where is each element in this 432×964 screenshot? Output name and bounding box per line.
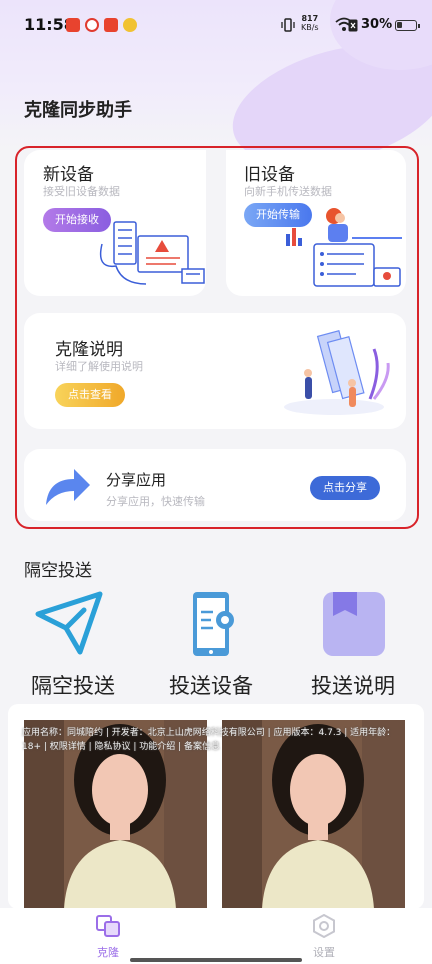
notification-app-icon [123,18,137,32]
airdrop-label[interactable]: 隔空投送 [8,670,138,700]
notification-app-icon [66,18,80,32]
airdrop-device-item[interactable] [150,590,280,664]
airdrop-item[interactable] [4,590,134,660]
tab-settings[interactable]: 设置 [294,913,354,960]
page-title: 克隆同步助手 [24,100,132,121]
airdrop-section-title: 隔空投送 [24,561,92,581]
tab-clone[interactable]: 克隆 [78,914,138,960]
phone-settings-icon [193,592,234,656]
highlight-frame [15,146,419,529]
notification-app-icon [85,18,99,32]
airdrop-guide-item[interactable] [289,590,419,662]
network-speed: 817 KB/s [301,14,319,32]
airdrop-device-label[interactable]: 投送设备 [146,670,276,700]
battery-icon [395,20,420,31]
paper-plane-icon [35,591,103,655]
settings-icon [313,913,335,939]
book-icon [323,592,385,656]
vibrate-icon [281,18,295,32]
battery-percent: 30% [361,17,393,32]
ad-app-info[interactable]: 应用名称：同城陪约 | 开发者：北京上山虎网络科技有限公司 | 应用版本：4.7… [22,726,412,754]
sim-icon [348,19,358,32]
bottom-tab-bar: 克隆 设置 [0,908,432,964]
status-bar: 11:58 817 KB/s 30% [0,0,432,50]
tab-clone-label: 克隆 [97,946,119,959]
airdrop-guide-label[interactable]: 投送说明 [288,670,418,700]
notification-app-icon [104,18,118,32]
home-indicator[interactable] [130,958,302,962]
clone-icon [96,915,120,937]
tab-settings-label: 设置 [313,946,335,959]
